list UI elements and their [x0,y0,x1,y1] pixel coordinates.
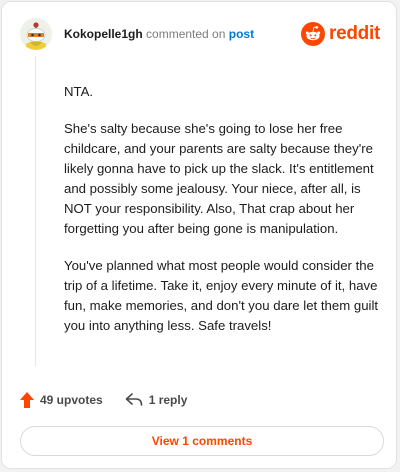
reddit-wordmark: reddit [329,23,380,44]
username-link[interactable]: Kokopelle1gh [64,27,143,41]
reddit-logo[interactable]: reddit [301,21,380,47]
comment-body: NTA. She's salty because she's going to … [64,82,382,353]
snoo-avatar-icon [20,18,52,50]
avatar[interactable] [20,18,52,50]
comment-actions: 49 upvotes 1 reply [20,390,187,410]
post-link[interactable]: post [229,27,254,41]
commented-on-text: commented on [146,27,226,41]
comment-header: Kokopelle1gh commented on post reddit [20,18,380,54]
view-comments-button[interactable]: View 1 comments [20,426,384,456]
upvote-count: 49 upvotes [40,393,103,407]
reply-arrow-icon [125,393,143,406]
reply-button[interactable]: 1 reply [125,393,188,407]
commenter-line: Kokopelle1gh commented on post [64,27,254,41]
upvote-button[interactable]: 49 upvotes [20,392,103,408]
comment-paragraph: NTA. [64,84,94,99]
comment-card: Kokopelle1gh commented on post reddit NT… [1,1,397,469]
comment-paragraph: You've planned what most people would co… [64,258,379,333]
reddit-snoo-icon [301,22,326,46]
comment-paragraph: She's salty because she's going to lose … [64,121,374,236]
reply-count: 1 reply [148,393,188,407]
thread-line [35,56,36,366]
upvote-arrow-icon [20,392,34,408]
